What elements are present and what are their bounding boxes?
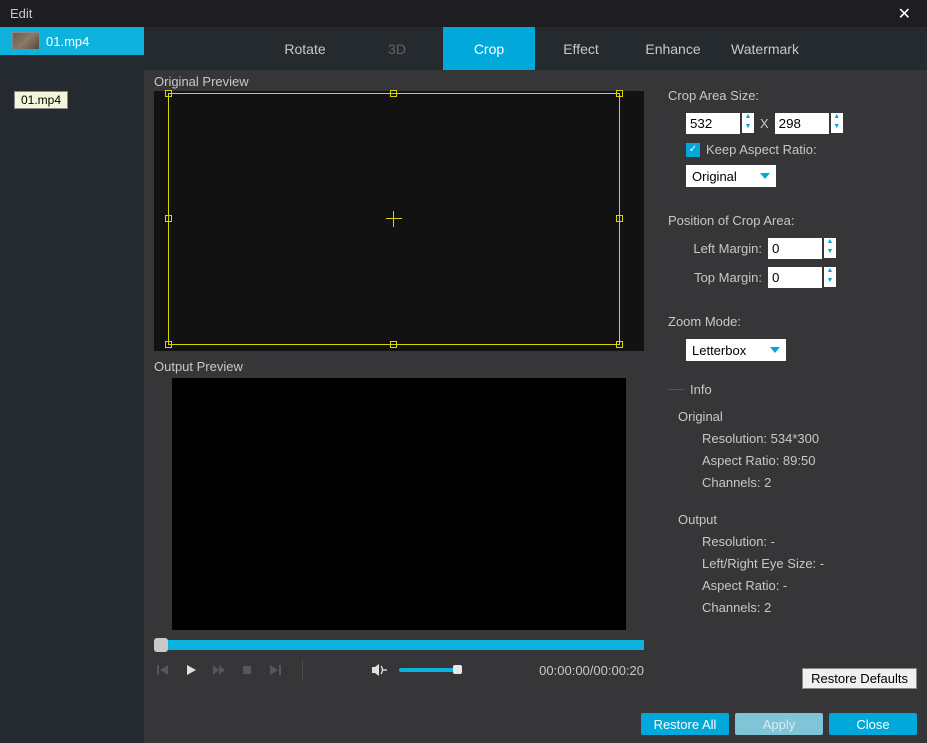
- left-margin-spinner[interactable]: ▲▼: [824, 238, 836, 259]
- fast-forward-button[interactable]: [210, 661, 228, 679]
- output-preview-label: Output Preview: [144, 355, 654, 376]
- sidebar: 01.mp4 01.mp4: [0, 27, 144, 743]
- main-layout: 01.mp4 01.mp4 Rotate 3D Crop Effect Enha…: [0, 27, 927, 743]
- aspect-select[interactable]: Original: [686, 165, 776, 187]
- keep-aspect-label: Keep Aspect Ratio:: [706, 142, 817, 157]
- top-margin-row: Top Margin: ▲▼: [686, 267, 917, 288]
- info-output: Output Resolution: - Left/Right Eye Size…: [678, 512, 917, 619]
- separator: [302, 659, 303, 681]
- crop-size-row: ▲▼ X ▲▼: [686, 113, 917, 134]
- tab-effect[interactable]: Effect: [535, 27, 627, 70]
- keep-aspect-row: ✓ Keep Aspect Ratio:: [686, 142, 917, 157]
- top-margin-input[interactable]: [768, 267, 822, 288]
- restore-defaults-button[interactable]: Restore Defaults: [802, 668, 917, 689]
- info-original-channels: Channels: 2: [702, 472, 917, 494]
- crop-handle-tl[interactable]: [165, 90, 172, 97]
- width-spinner[interactable]: ▲▼: [742, 113, 754, 134]
- top-margin-label: Top Margin:: [686, 270, 762, 285]
- info-output-channels: Channels: 2: [702, 597, 917, 619]
- crop-rectangle[interactable]: [168, 93, 620, 345]
- sidebar-item-file[interactable]: 01.mp4: [0, 27, 144, 55]
- tab-rotate[interactable]: Rotate: [259, 27, 351, 70]
- crop-area-size-label: Crop Area Size:: [668, 88, 917, 103]
- tabs: Rotate 3D Crop Effect Enhance Watermark: [144, 27, 927, 70]
- volume-handle[interactable]: [453, 665, 462, 674]
- play-button[interactable]: [182, 661, 200, 679]
- prev-button[interactable]: [154, 661, 172, 679]
- apply-button[interactable]: Apply: [735, 713, 823, 735]
- chevron-down-icon: [760, 173, 770, 179]
- info-original-resolution: Resolution: 534*300: [702, 428, 917, 450]
- chevron-down-icon: [770, 347, 780, 353]
- info-original: Original Resolution: 534*300 Aspect Rati…: [678, 409, 917, 494]
- left-margin-row: Left Margin: ▲▼: [686, 238, 917, 259]
- next-button[interactable]: [266, 661, 284, 679]
- playback-controls: 00:00:00/00:00:20: [144, 650, 654, 690]
- close-icon[interactable]: ✕: [892, 2, 917, 26]
- restore-all-button[interactable]: Restore All: [641, 713, 729, 735]
- crop-handle-tr[interactable]: [616, 90, 623, 97]
- title-bar: Edit ✕: [0, 0, 927, 27]
- zoom-mode-label: Zoom Mode:: [668, 314, 917, 329]
- height-spinner[interactable]: ▲▼: [831, 113, 843, 134]
- right-section: Rotate 3D Crop Effect Enhance Watermark …: [144, 27, 927, 743]
- left-margin-label: Left Margin:: [686, 241, 762, 256]
- info-output-aspect: Aspect Ratio: -: [702, 575, 917, 597]
- aspect-select-row: Original: [686, 165, 917, 187]
- info-output-eyesize: Left/Right Eye Size: -: [702, 553, 917, 575]
- output-preview: [172, 378, 626, 630]
- top-margin-spinner[interactable]: ▲▼: [824, 267, 836, 288]
- crop-handle-mr[interactable]: [616, 215, 623, 222]
- progress-handle[interactable]: [154, 638, 168, 652]
- preview-pane: Original Preview Output Preview: [144, 70, 654, 705]
- properties-panel: Crop Area Size: ▲▼ X ▲▼ ✓ Keep Aspect Ra…: [654, 70, 927, 705]
- position-label: Position of Crop Area:: [668, 213, 917, 228]
- file-thumb-icon: [12, 32, 40, 50]
- crop-height-input[interactable]: [775, 113, 829, 134]
- crop-handle-ml[interactable]: [165, 215, 172, 222]
- content-area: Original Preview Output Preview: [144, 70, 927, 705]
- zoom-select-row: Letterbox: [686, 339, 917, 361]
- original-preview-label: Original Preview: [144, 70, 654, 91]
- footer: Restore All Apply Close: [144, 705, 927, 743]
- stop-button[interactable]: [238, 661, 256, 679]
- tab-enhance[interactable]: Enhance: [627, 27, 719, 70]
- close-button[interactable]: Close: [829, 713, 917, 735]
- info-title: Info: [684, 382, 927, 397]
- tab-watermark[interactable]: Watermark: [719, 27, 811, 70]
- tooltip: 01.mp4: [14, 91, 68, 109]
- window-title: Edit: [10, 6, 32, 21]
- volume-icon[interactable]: [371, 661, 389, 679]
- crop-handle-br[interactable]: [616, 341, 623, 348]
- crop-handle-bl[interactable]: [165, 341, 172, 348]
- tab-crop[interactable]: Crop: [443, 27, 535, 70]
- progress-slider[interactable]: [154, 640, 644, 650]
- info-original-aspect: Aspect Ratio: 89:50: [702, 450, 917, 472]
- keep-aspect-checkbox[interactable]: ✓: [686, 143, 700, 157]
- left-margin-input[interactable]: [768, 238, 822, 259]
- info-original-label: Original: [678, 409, 917, 424]
- sidebar-item-label: 01.mp4: [46, 34, 89, 49]
- info-output-resolution: Resolution: -: [702, 531, 917, 553]
- crop-handle-tm[interactable]: [390, 90, 397, 97]
- info-output-label: Output: [678, 512, 917, 527]
- x-separator: X: [760, 116, 769, 131]
- volume-slider[interactable]: [399, 668, 459, 672]
- zoom-select[interactable]: Letterbox: [686, 339, 786, 361]
- crop-width-input[interactable]: [686, 113, 740, 134]
- original-preview[interactable]: [154, 91, 644, 351]
- time-display: 00:00:00/00:00:20: [539, 663, 644, 678]
- tab-3d[interactable]: 3D: [351, 27, 443, 70]
- crop-handle-bm[interactable]: [390, 341, 397, 348]
- crop-center-icon[interactable]: [386, 211, 402, 227]
